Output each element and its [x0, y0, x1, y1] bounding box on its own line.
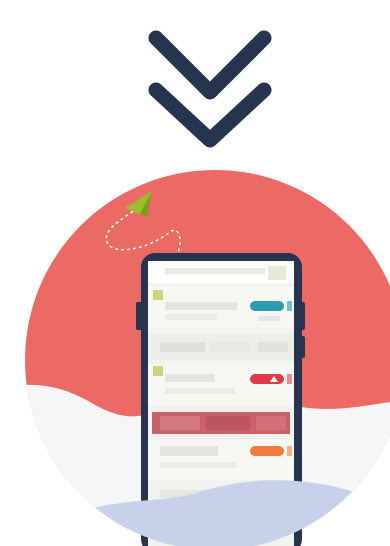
status-badge — [250, 374, 284, 384]
page — [0, 0, 390, 546]
double-chevron-down-icon[interactable] — [0, 0, 390, 160]
status-badge — [250, 446, 284, 456]
chevron-upper — [148, 30, 272, 100]
list-item — [148, 364, 294, 406]
status-badge — [250, 301, 284, 311]
phone-app-illustration — [25, 170, 390, 546]
